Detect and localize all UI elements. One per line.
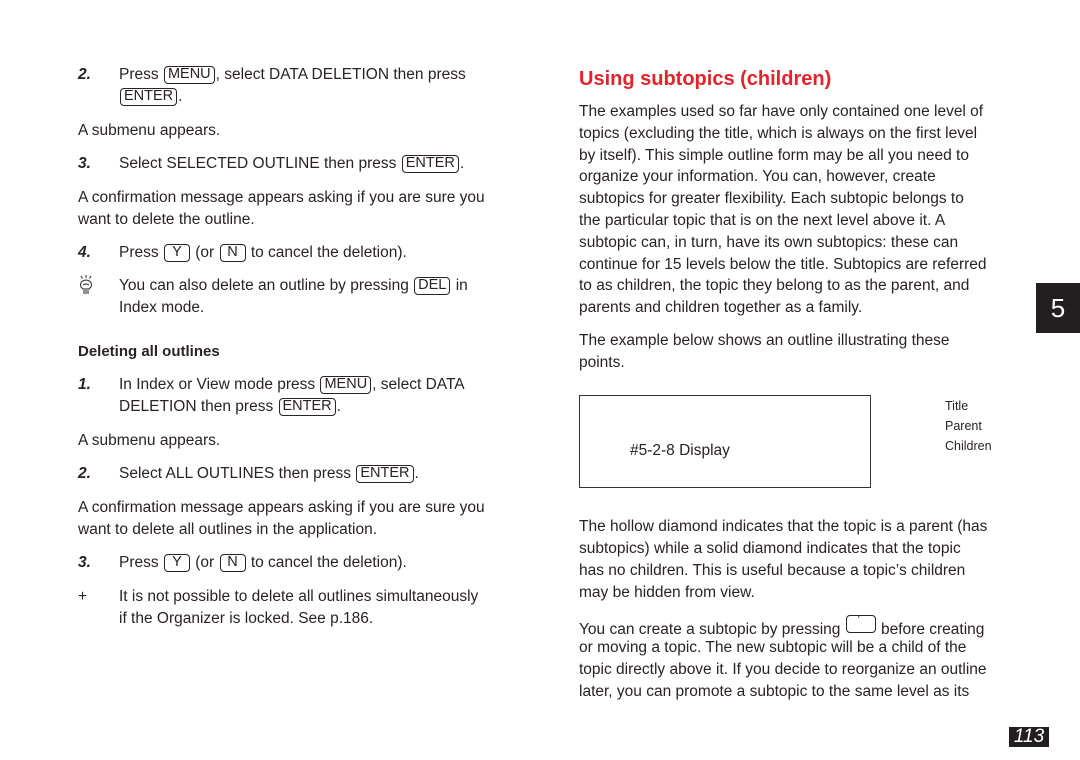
paragraph-line: later, you can promote a subtopic to the… <box>579 683 970 700</box>
confirm-text: want to delete the outline. <box>78 211 255 228</box>
enter-key: ENTER <box>356 465 414 483</box>
step-number: 3. <box>78 155 91 172</box>
display-figure: #5-2-8 Display <box>579 395 871 488</box>
text: . <box>178 88 183 105</box>
note-text: It is not possible to delete all outline… <box>119 588 479 605</box>
step-number: 2. <box>78 66 91 83</box>
y-key: Y <box>163 244 190 262</box>
page-number: 113 <box>1009 727 1049 747</box>
text: Select ALL OUTLINES then press <box>119 465 352 482</box>
paragraph-line: subtopics) while a solid diamond indicat… <box>579 540 961 557</box>
text: . <box>459 155 465 172</box>
step-text: In Index or View mode press MENU, select… <box>119 374 465 396</box>
text: (or <box>195 244 215 261</box>
figure-legend: Title Parent Children <box>945 396 992 456</box>
paragraph-line: organize your information. You can, howe… <box>579 168 936 186</box>
n-key: N <box>219 244 246 262</box>
text: (or <box>195 554 215 571</box>
y-key: Y <box>163 554 190 572</box>
text: DELETION then press <box>119 398 274 415</box>
legend-children: Children <box>945 439 992 453</box>
paragraph-line: subtopic can, in turn, have its own subt… <box>579 233 959 251</box>
submenu-text: A submenu appears. <box>78 432 221 449</box>
step-text: Press MENU, select DATA DELETION then pr… <box>119 64 466 86</box>
tip-text: You can also delete an outline by pressi… <box>119 275 468 297</box>
text: in <box>455 277 468 294</box>
step-number: 1. <box>78 376 91 393</box>
paragraph-line: by itself). This simple outline form may… <box>579 146 969 164</box>
enter-key: ENTER <box>120 88 178 106</box>
paragraph-line: or moving a topic. The new subtopic will… <box>579 639 967 656</box>
submenu-text: A submenu appears. <box>78 122 221 139</box>
legend-parent: Parent <box>945 419 982 433</box>
step-text: Select SELECTED OUTLINE then press ENTER… <box>119 153 464 175</box>
paragraph-line: the particular topic that is on the next… <box>579 212 946 229</box>
paragraph-line: to as children, the topic they belong to… <box>579 277 970 295</box>
confirm-text: A confirmation message appears asking if… <box>78 499 485 516</box>
text: . <box>414 465 419 482</box>
step-text-cont: DELETION then press ENTER. <box>119 396 341 418</box>
text: Press <box>119 66 159 83</box>
text: . <box>336 398 341 415</box>
del-key: DEL <box>414 277 451 295</box>
paragraph-line: topics (excluding the title, which is al… <box>579 124 978 142</box>
enter-key: ENTER <box>401 155 459 173</box>
text: You can also delete an outline by pressi… <box>119 277 409 294</box>
note-text: if the Organizer is locked. See p.186. <box>119 610 374 627</box>
text: In Index or View mode press <box>119 376 316 393</box>
text: You can create a subtopic by pressing <box>579 621 841 638</box>
indent-key <box>845 613 876 633</box>
step-text: Press Y (or N to cancel the deletion). <box>119 552 407 574</box>
paragraph-line: subtopics for greater flexibility. Each … <box>579 190 964 208</box>
paragraph-line: The example below shows an outline illus… <box>579 332 950 349</box>
chapter-tab: 5 <box>1036 283 1080 333</box>
text: before creating <box>881 621 985 638</box>
paragraph-line: topic directly above it. If you decide t… <box>579 661 987 678</box>
tip-text-cont: Index mode. <box>119 299 205 316</box>
step-number: 3. <box>78 554 91 571</box>
confirm-text: want to delete all outlines in the appli… <box>78 521 378 538</box>
section-title: Using subtopics (children) <box>579 68 832 90</box>
paragraph-line: The examples used so far have only conta… <box>579 103 984 120</box>
lightbulb-icon <box>77 274 95 296</box>
paragraph-line: may be hidden from view. <box>579 584 755 601</box>
text: Press <box>119 244 159 261</box>
text: , select DATA DELETION then press <box>215 66 466 83</box>
section-heading: Deleting all outlines <box>78 343 220 360</box>
paragraph-line: has no children. This is useful because … <box>579 562 966 579</box>
plus-note-icon: + <box>78 588 88 605</box>
text: to cancel the deletion). <box>250 554 407 571</box>
paragraph-line: continue for 15 levels below the title. … <box>579 255 987 273</box>
text: , select DATA <box>372 376 465 393</box>
paragraph-line: points. <box>579 354 625 371</box>
confirm-text: A confirmation message appears asking if… <box>78 189 485 206</box>
paragraph-line: parents and children together as a famil… <box>579 299 863 317</box>
step-number: 2. <box>78 465 91 482</box>
menu-key: MENU <box>163 66 215 84</box>
menu-key: MENU <box>320 376 372 394</box>
text: to cancel the deletion). <box>250 244 407 261</box>
step-number: 4. <box>78 244 91 261</box>
paragraph-line: The hollow diamond indicates that the to… <box>579 518 988 535</box>
display-label: #5-2-8 Display <box>630 442 730 459</box>
step-text: Press Y (or N to cancel the deletion). <box>119 242 407 264</box>
text: Select SELECTED OUTLINE then press <box>119 155 397 172</box>
text: Press <box>119 554 159 571</box>
legend-title: Title <box>945 399 969 413</box>
n-key: N <box>219 554 246 572</box>
step-text-cont: ENTER. <box>119 86 182 108</box>
enter-key: ENTER <box>278 398 336 416</box>
step-text: Select ALL OUTLINES then press ENTER. <box>119 463 419 485</box>
